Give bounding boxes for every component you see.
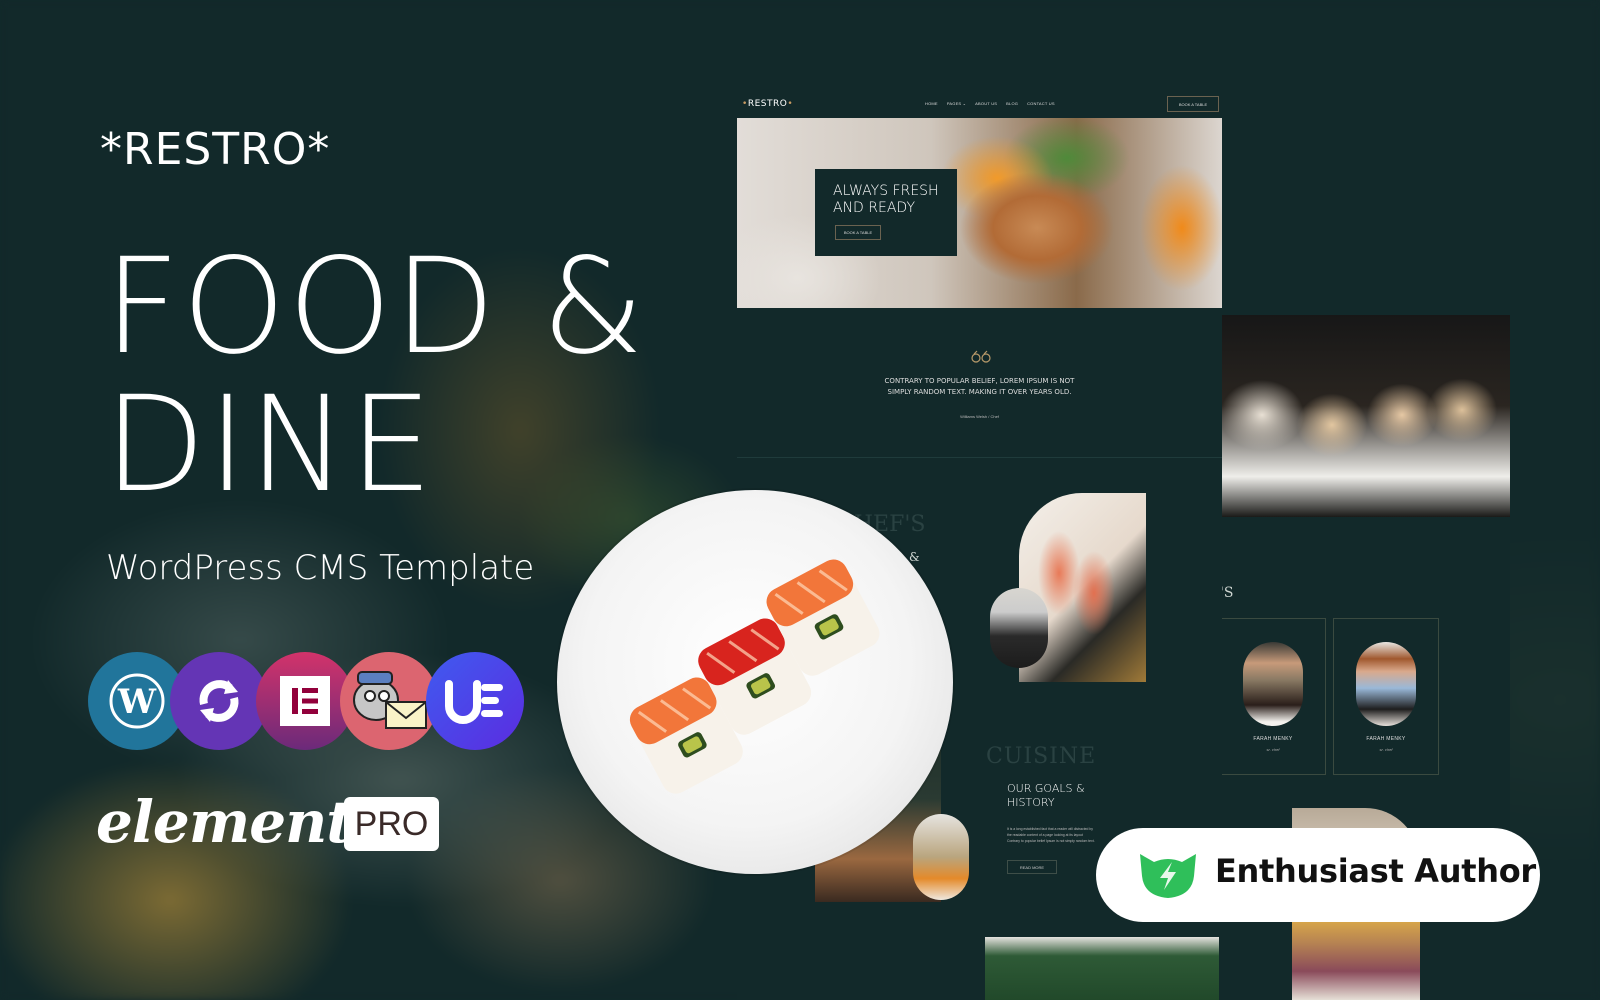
team-card: FARAH MENKY sr. chef [1333,618,1439,775]
cat-lightning-icon [1136,848,1200,905]
pro-badge: PRO [344,797,439,851]
mockup-menu: HOME PAGES ⌄ ABOUT US BLOG CONTACT US [925,101,1055,106]
mockup-quote-section: CONTRARY TO POPULAR BELIEF, LOREM IPSUM … [737,308,1222,458]
brand-logo: *RESTRO* [100,124,331,175]
chef-photo [1356,642,1416,726]
mockup-ghost-cuisine: CUISINE [986,744,1097,769]
mockup-hero-card: ALWAYS FRESH AND READY BOOK A TABLE [815,169,957,256]
subtitle: WordPress CMS Template [106,548,535,588]
sushi-plate-image [557,490,953,874]
mockup-quote-text: CONTRARY TO POPULAR BELIEF, LOREM IPSUM … [884,377,1075,396]
plugin-icons: W [88,652,528,750]
mail-pig-icon [340,652,438,750]
chef-name: FARAH MENKY [1366,736,1406,742]
mockup-navbar: •RESTRO• HOME PAGES ⌄ ABOUT US BLOG CONT… [737,90,1222,118]
mockup-hero-title: ALWAYS FRESH AND READY [833,183,939,216]
mockup-goals-title: OUR GOALS & HISTORY [1007,782,1085,809]
mockup-nav-contact[interactable]: CONTACT US [1027,101,1055,106]
mockup-quote-author: Williams Welsh / Chef [960,414,999,419]
badge-label: Enthusiast Author [1215,852,1536,890]
headline-line-1: FOOD & [104,230,647,384]
mockup-nav-pages[interactable]: PAGES ⌄ [947,101,966,106]
section-ghost-title: 'S [1220,585,1234,601]
sushi-rolls-icon [629,559,880,794]
mockup-goals-text: It is a long established fact that a rea… [1007,827,1095,843]
sync-icon [170,652,268,750]
svg-text:W: W [117,682,157,722]
mockup-hero-button[interactable]: BOOK A TABLE [835,225,881,240]
chef-photo [1243,642,1303,726]
ue-icon [426,652,524,750]
chef-role: sr. chef [1379,747,1393,752]
chef-oval-photo [990,588,1048,668]
sushi-roll-photo [1222,315,1510,517]
mockup-logo: •RESTRO• [742,99,794,109]
waiter-photo [985,937,1219,1000]
mockup-read-more-button[interactable]: READ MORE [1007,860,1057,874]
quote-icon [971,350,991,368]
mockup-hero-photo: ALWAYS FRESH AND READY BOOK A TABLE [737,118,1222,308]
enthusiast-author-badge: Enthusiast Author [1096,828,1540,922]
chef-role: sr. chef [1266,747,1280,752]
team-card: FARAH MENKY sr. chef [1220,618,1326,775]
mockup-book-table-button[interactable]: BOOK A TABLE [1167,96,1219,112]
chef-name: FARAH MENKY [1253,736,1293,742]
headline: FOOD & DINE [104,238,646,514]
mockup-nav-about[interactable]: ABOUT US [975,101,997,106]
mockup-nav-blog[interactable]: BLOG [1006,101,1018,106]
mockup-nav-home[interactable]: HOME [925,101,938,106]
